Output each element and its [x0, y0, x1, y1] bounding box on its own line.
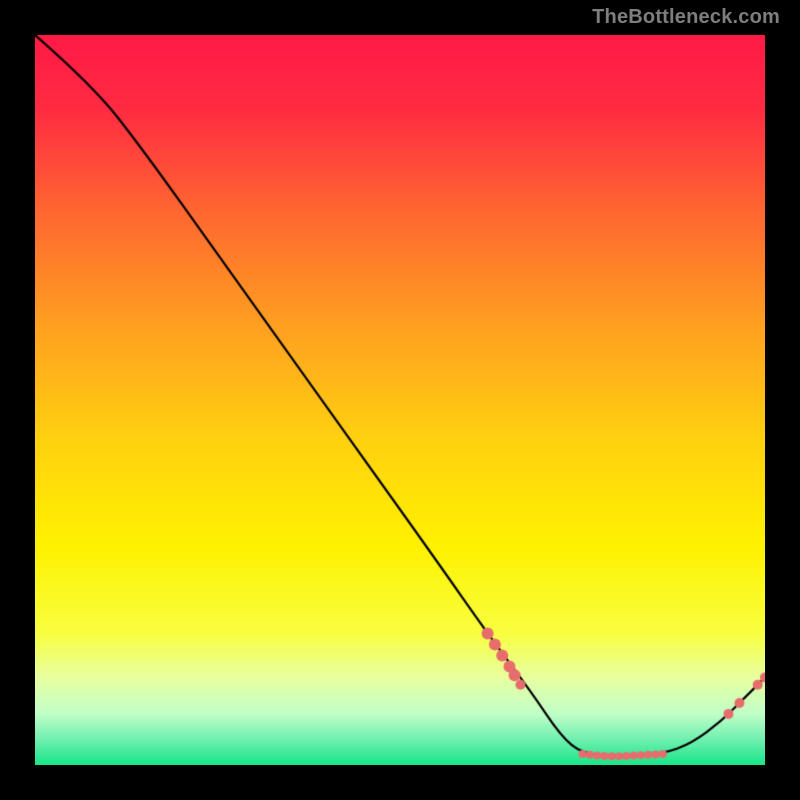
chart-frame: TheBottleneck.com: [0, 0, 800, 800]
watermark-label: TheBottleneck.com: [592, 6, 780, 29]
gradient-background: [35, 35, 765, 765]
plot-area: [35, 35, 765, 765]
